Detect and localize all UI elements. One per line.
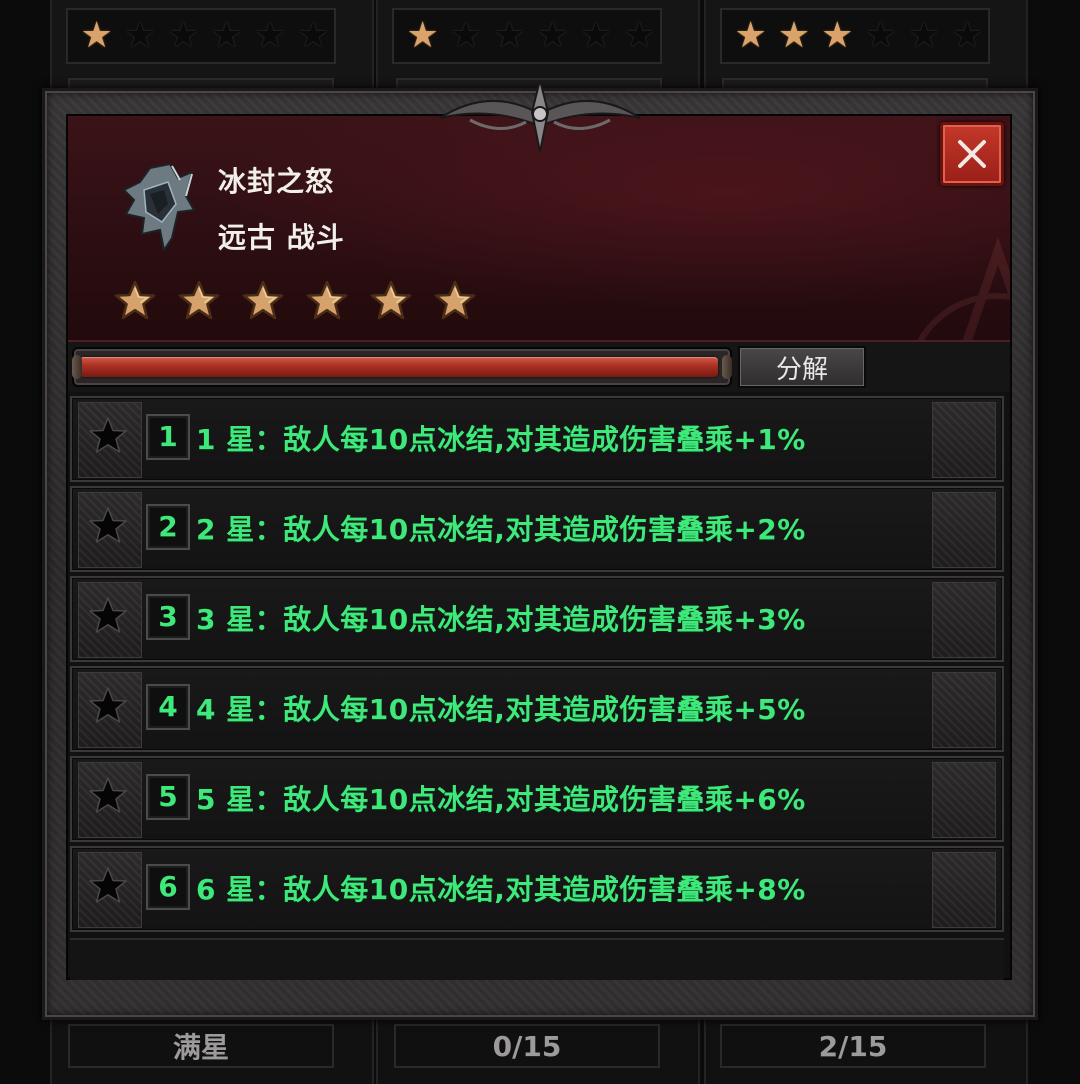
star-empty-icon: ★ bbox=[951, 15, 984, 56]
star-empty-icon: ★ bbox=[907, 15, 941, 56]
decompose-button[interactable]: 分解 bbox=[738, 346, 866, 388]
star-filled-icon bbox=[114, 280, 156, 322]
star-effect-text: 6 星：敌人每10点冰结,对其造成伤害叠乘+8% bbox=[196, 873, 806, 906]
background-bottom-label-3: 2/15 bbox=[720, 1024, 986, 1068]
star-effect-text: 1 星：敌人每10点冰结,对其造成伤害叠乘+1% bbox=[196, 423, 806, 456]
star-level-badge: 3 bbox=[146, 594, 190, 640]
progress-cap-left bbox=[72, 355, 82, 379]
star-filled-icon: ★ bbox=[821, 15, 854, 56]
star-empty-icon: ★ bbox=[123, 15, 157, 56]
star-effect-row: 33 星：敌人每10点冰结,对其造成伤害叠乘+3% bbox=[70, 576, 1004, 662]
star-empty-icon bbox=[88, 416, 128, 456]
star-filled-icon: ★ bbox=[80, 15, 113, 56]
item-type: 远古 战斗 bbox=[218, 221, 345, 254]
background-star-strip-1: ★ ★ ★ ★ ★ ★ bbox=[66, 8, 336, 64]
star-empty-icon bbox=[88, 596, 128, 636]
background-star-strip-2: ★ ★ ★ ★ ★ ★ bbox=[392, 8, 662, 64]
star-filled-icon bbox=[434, 280, 476, 322]
progress-cap-right bbox=[722, 355, 732, 379]
item-star-rating bbox=[114, 280, 476, 322]
row-ornament-right bbox=[932, 402, 996, 478]
item-name: 冰封之怒 bbox=[218, 165, 335, 198]
star-effect-row: 44 星：敌人每10点冰结,对其造成伤害叠乘+5% bbox=[70, 666, 1004, 752]
star-effect-row: 22 星：敌人每10点冰结,对其造成伤害叠乘+2% bbox=[70, 486, 1004, 572]
star-filled-icon: ★ bbox=[406, 15, 439, 56]
close-icon bbox=[958, 140, 986, 168]
star-level-badge: 2 bbox=[146, 504, 190, 550]
star-empty-icon: ★ bbox=[449, 15, 483, 56]
star-empty-icon bbox=[88, 506, 128, 546]
star-empty-icon: ★ bbox=[864, 15, 897, 56]
star-empty-icon bbox=[88, 776, 128, 816]
background-bottom-label-2: 0/15 bbox=[394, 1024, 660, 1068]
star-empty-icon bbox=[88, 686, 128, 726]
star-level-badge: 4 bbox=[146, 684, 190, 730]
star-filled-icon bbox=[242, 280, 284, 322]
star-effect-text: 2 星：敌人每10点冰结,对其造成伤害叠乘+2% bbox=[196, 513, 806, 546]
emblem-watermark-icon bbox=[917, 237, 1010, 340]
background-bottom-label-1: 满星 bbox=[68, 1024, 334, 1068]
progress-bar bbox=[72, 347, 732, 387]
star-empty-icon: ★ bbox=[493, 15, 526, 56]
star-effect-row: 11 星：敌人每10点冰结,对其造成伤害叠乘+1% bbox=[70, 396, 1004, 482]
star-filled-icon bbox=[178, 280, 220, 322]
star-empty-icon: ★ bbox=[579, 15, 613, 56]
star-empty-icon: ★ bbox=[253, 15, 287, 56]
star-effect-row: 66 星：敌人每10点冰结,对其造成伤害叠乘+8% bbox=[70, 846, 1004, 932]
progress-fill bbox=[80, 357, 718, 377]
row-ornament-right bbox=[932, 582, 996, 658]
star-filled-icon: ★ bbox=[734, 15, 767, 56]
row-ornament-right bbox=[932, 762, 996, 838]
axe-icon bbox=[122, 162, 196, 252]
star-effect-text: 3 星：敌人每10点冰结,对其造成伤害叠乘+3% bbox=[196, 603, 806, 636]
star-empty-icon: ★ bbox=[297, 15, 330, 56]
star-level-badge: 1 bbox=[146, 414, 190, 460]
star-filled-icon: ★ bbox=[777, 15, 811, 56]
star-filled-icon bbox=[370, 280, 412, 322]
modal-footer bbox=[70, 938, 1004, 980]
frame-ornament-icon bbox=[439, 79, 641, 153]
star-effect-text: 5 星：敌人每10点冰结,对其造成伤害叠乘+6% bbox=[196, 783, 806, 816]
star-empty-icon bbox=[88, 866, 128, 906]
star-effect-row: 55 星：敌人每10点冰结,对其造成伤害叠乘+6% bbox=[70, 756, 1004, 842]
star-filled-icon bbox=[306, 280, 348, 322]
star-empty-icon: ★ bbox=[536, 15, 569, 56]
star-empty-icon: ★ bbox=[210, 15, 243, 56]
row-ornament-right bbox=[932, 492, 996, 568]
star-level-badge: 6 bbox=[146, 864, 190, 910]
star-effect-text: 4 星：敌人每10点冰结,对其造成伤害叠乘+5% bbox=[196, 693, 806, 726]
star-empty-icon: ★ bbox=[167, 15, 200, 56]
close-button[interactable] bbox=[940, 122, 1004, 186]
row-ornament-right bbox=[932, 672, 996, 748]
background-star-strip-3: ★ ★ ★ ★ ★ ★ bbox=[720, 8, 990, 64]
row-ornament-right bbox=[932, 852, 996, 928]
star-level-badge: 5 bbox=[146, 774, 190, 820]
star-empty-icon: ★ bbox=[623, 15, 656, 56]
